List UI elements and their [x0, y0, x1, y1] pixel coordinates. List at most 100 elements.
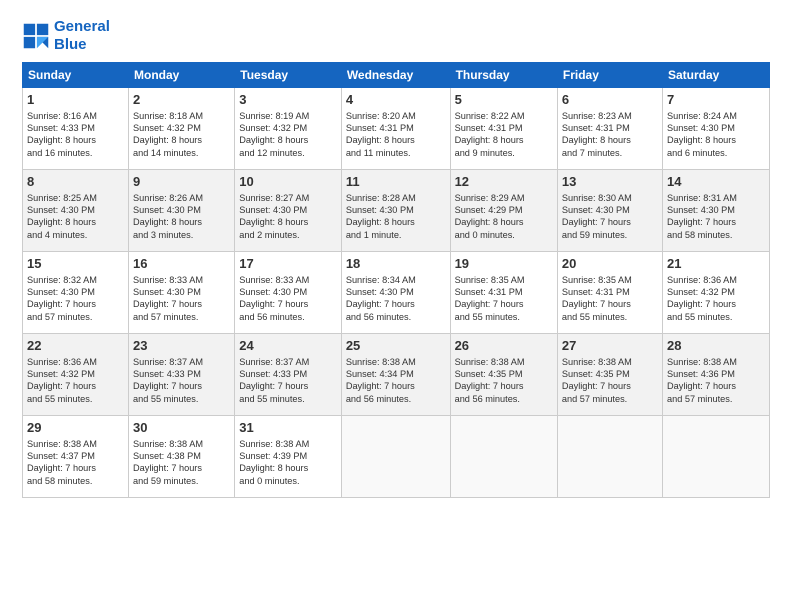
day-info-line: Sunset: 4:31 PM [346, 122, 446, 134]
day-cell: 16Sunrise: 8:33 AMSunset: 4:30 PMDayligh… [129, 252, 235, 334]
day-number: 14 [667, 173, 765, 191]
day-info-line: Sunset: 4:32 PM [667, 286, 765, 298]
day-info-line: Daylight: 7 hours [239, 380, 337, 392]
day-cell: 27Sunrise: 8:38 AMSunset: 4:35 PMDayligh… [557, 334, 662, 416]
day-info-line: Sunset: 4:33 PM [133, 368, 230, 380]
day-info-line: Daylight: 8 hours [667, 134, 765, 146]
day-info-line: Daylight: 7 hours [133, 298, 230, 310]
header-cell-friday: Friday [557, 63, 662, 88]
day-info-line: Sunrise: 8:38 AM [133, 438, 230, 450]
day-info-line: Sunrise: 8:38 AM [455, 356, 553, 368]
day-info-line: Daylight: 7 hours [455, 380, 553, 392]
day-info-line: Sunrise: 8:33 AM [133, 274, 230, 286]
day-number: 27 [562, 337, 658, 355]
day-cell: 3Sunrise: 8:19 AMSunset: 4:32 PMDaylight… [235, 88, 342, 170]
day-info-line: Sunrise: 8:22 AM [455, 110, 553, 122]
day-info-line: Sunrise: 8:26 AM [133, 192, 230, 204]
day-number: 3 [239, 91, 337, 109]
day-info-line: Daylight: 8 hours [133, 216, 230, 228]
week-row-4: 22Sunrise: 8:36 AMSunset: 4:32 PMDayligh… [23, 334, 770, 416]
day-info-line: and 57 minutes. [27, 311, 124, 323]
week-row-3: 15Sunrise: 8:32 AMSunset: 4:30 PMDayligh… [23, 252, 770, 334]
day-info-line: Daylight: 7 hours [346, 298, 446, 310]
day-info-line: Sunset: 4:30 PM [239, 204, 337, 216]
day-number: 6 [562, 91, 658, 109]
day-info-line: and 3 minutes. [133, 229, 230, 241]
day-cell: 19Sunrise: 8:35 AMSunset: 4:31 PMDayligh… [450, 252, 557, 334]
day-info-line: Sunrise: 8:38 AM [562, 356, 658, 368]
day-cell: 5Sunrise: 8:22 AMSunset: 4:31 PMDaylight… [450, 88, 557, 170]
day-info-line: and 55 minutes. [133, 393, 230, 405]
day-info-line: Sunset: 4:31 PM [455, 286, 553, 298]
day-info-line: Sunset: 4:31 PM [562, 122, 658, 134]
day-info-line: and 2 minutes. [239, 229, 337, 241]
day-info-line: Daylight: 7 hours [667, 380, 765, 392]
day-info-line: Daylight: 8 hours [239, 134, 337, 146]
day-number: 4 [346, 91, 446, 109]
day-info-line: and 6 minutes. [667, 147, 765, 159]
day-cell: 21Sunrise: 8:36 AMSunset: 4:32 PMDayligh… [663, 252, 770, 334]
day-number: 25 [346, 337, 446, 355]
day-cell [663, 416, 770, 498]
day-number: 7 [667, 91, 765, 109]
day-info-line: Sunset: 4:35 PM [455, 368, 553, 380]
calendar-header-row: SundayMondayTuesdayWednesdayThursdayFrid… [23, 63, 770, 88]
day-info-line: Daylight: 8 hours [133, 134, 230, 146]
day-info-line: Sunrise: 8:38 AM [27, 438, 124, 450]
day-number: 19 [455, 255, 553, 273]
day-info-line: and 59 minutes. [562, 229, 658, 241]
day-number: 2 [133, 91, 230, 109]
day-info-line: and 0 minutes. [455, 229, 553, 241]
day-number: 26 [455, 337, 553, 355]
day-info-line: Sunset: 4:39 PM [239, 450, 337, 462]
day-number: 22 [27, 337, 124, 355]
day-info-line: Sunset: 4:35 PM [562, 368, 658, 380]
day-info-line: and 55 minutes. [667, 311, 765, 323]
day-info-line: Daylight: 8 hours [455, 216, 553, 228]
day-cell: 23Sunrise: 8:37 AMSunset: 4:33 PMDayligh… [129, 334, 235, 416]
header-cell-wednesday: Wednesday [341, 63, 450, 88]
day-info-line: Sunrise: 8:28 AM [346, 192, 446, 204]
day-info-line: and 0 minutes. [239, 475, 337, 487]
calendar-table: SundayMondayTuesdayWednesdayThursdayFrid… [22, 62, 770, 498]
day-number: 10 [239, 173, 337, 191]
page: General Blue SundayMondayTuesdayWednesda… [0, 0, 792, 508]
day-info-line: and 14 minutes. [133, 147, 230, 159]
day-cell: 22Sunrise: 8:36 AMSunset: 4:32 PMDayligh… [23, 334, 129, 416]
day-info-line: Daylight: 7 hours [27, 380, 124, 392]
day-info-line: Sunset: 4:36 PM [667, 368, 765, 380]
day-info-line: Daylight: 7 hours [239, 298, 337, 310]
day-number: 11 [346, 173, 446, 191]
day-cell: 28Sunrise: 8:38 AMSunset: 4:36 PMDayligh… [663, 334, 770, 416]
day-info-line: and 57 minutes. [562, 393, 658, 405]
day-number: 31 [239, 419, 337, 437]
day-cell: 25Sunrise: 8:38 AMSunset: 4:34 PMDayligh… [341, 334, 450, 416]
day-cell [450, 416, 557, 498]
day-info-line: Sunset: 4:30 PM [239, 286, 337, 298]
day-cell: 6Sunrise: 8:23 AMSunset: 4:31 PMDaylight… [557, 88, 662, 170]
day-info-line: Daylight: 8 hours [239, 216, 337, 228]
day-cell: 29Sunrise: 8:38 AMSunset: 4:37 PMDayligh… [23, 416, 129, 498]
day-number: 13 [562, 173, 658, 191]
day-number: 21 [667, 255, 765, 273]
day-cell: 9Sunrise: 8:26 AMSunset: 4:30 PMDaylight… [129, 170, 235, 252]
day-info-line: Daylight: 7 hours [667, 298, 765, 310]
day-number: 20 [562, 255, 658, 273]
day-info-line: Sunrise: 8:29 AM [455, 192, 553, 204]
week-row-5: 29Sunrise: 8:38 AMSunset: 4:37 PMDayligh… [23, 416, 770, 498]
day-info-line: and 56 minutes. [239, 311, 337, 323]
day-number: 30 [133, 419, 230, 437]
header-cell-thursday: Thursday [450, 63, 557, 88]
day-cell: 17Sunrise: 8:33 AMSunset: 4:30 PMDayligh… [235, 252, 342, 334]
day-info-line: Sunset: 4:32 PM [133, 122, 230, 134]
day-number: 12 [455, 173, 553, 191]
day-number: 18 [346, 255, 446, 273]
day-info-line: Daylight: 7 hours [562, 380, 658, 392]
day-info-line: Daylight: 7 hours [27, 462, 124, 474]
day-info-line: and 1 minute. [346, 229, 446, 241]
day-cell: 13Sunrise: 8:30 AMSunset: 4:30 PMDayligh… [557, 170, 662, 252]
day-number: 9 [133, 173, 230, 191]
day-cell [557, 416, 662, 498]
day-cell: 14Sunrise: 8:31 AMSunset: 4:30 PMDayligh… [663, 170, 770, 252]
day-info-line: and 55 minutes. [239, 393, 337, 405]
